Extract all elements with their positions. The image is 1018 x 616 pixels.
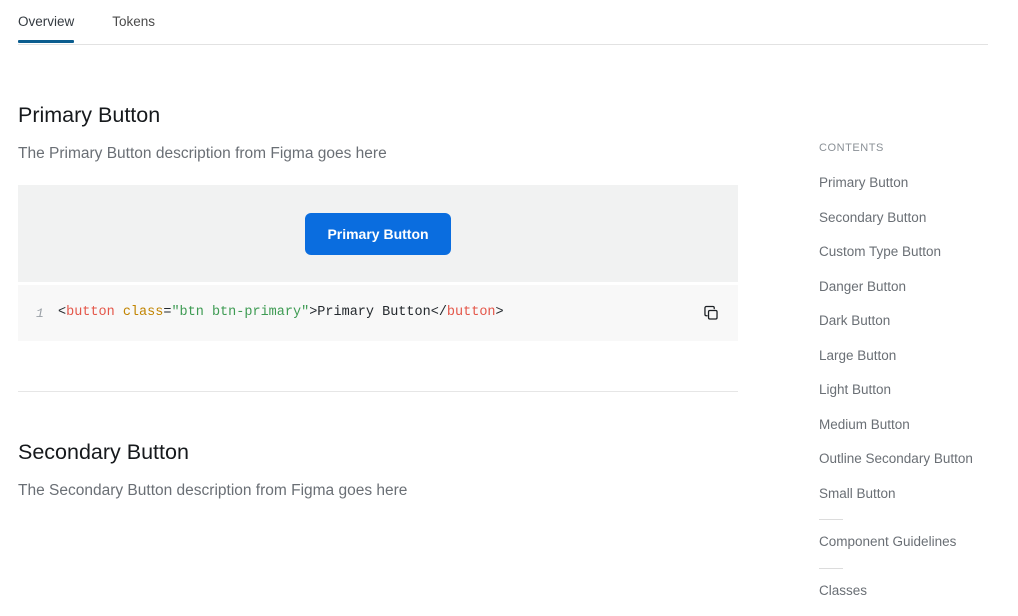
contents-link-outline-secondary-button[interactable]: Outline Secondary Button: [819, 450, 973, 467]
section-description: The Primary Button description from Figm…: [18, 145, 387, 162]
list-item: Dark Button: [819, 312, 988, 330]
contents-link-classes[interactable]: Classes: [819, 582, 867, 599]
contents-link-small-button[interactable]: Small Button: [819, 485, 896, 502]
tab-tokens[interactable]: Tokens: [112, 0, 155, 43]
code-token-tag-close: button: [446, 305, 496, 320]
code-token-lt: <: [58, 305, 67, 320]
primary-button-demo[interactable]: Primary Button: [305, 212, 451, 255]
list-item: Primary Button: [819, 174, 988, 192]
contents-link-light-button[interactable]: Light Button: [819, 381, 891, 398]
list-item: Medium Button: [819, 416, 988, 434]
main-content: Primary Button The Primary Button descri…: [18, 45, 738, 522]
contents-link-dark-button[interactable]: Dark Button: [819, 312, 890, 329]
code-token-text: Primary Button: [317, 305, 431, 320]
section-description-secondary: The Secondary Button description from Fi…: [18, 482, 408, 499]
contents-divider: [819, 519, 843, 520]
list-item: Outline Secondary Button: [819, 450, 988, 468]
tab-overview[interactable]: Overview: [18, 0, 75, 43]
tab-tokens-label: Tokens: [112, 14, 156, 29]
contents-link-custom-type-button[interactable]: Custom Type Button: [819, 243, 941, 260]
list-item: Light Button: [819, 381, 988, 399]
contents-link-large-button[interactable]: Large Button: [819, 347, 896, 364]
code-snippet: <button class="btn btn-primary">Primary …: [58, 304, 504, 322]
list-item: Classes: [819, 567, 988, 600]
tab-bar: Overview Tokens: [0, 0, 1018, 45]
section-secondary-button: Secondary Button The Secondary Button de…: [18, 392, 738, 501]
code-token-value: "btn btn-primary": [171, 305, 310, 320]
contents-link-secondary-button[interactable]: Secondary Button: [819, 209, 926, 226]
page-body: Primary Button The Primary Button descri…: [0, 45, 1018, 616]
list-item: Custom Type Button: [819, 243, 988, 261]
contents-link-primary-button[interactable]: Primary Button: [819, 174, 908, 191]
section-title-secondary: Secondary Button: [18, 440, 189, 464]
contents-divider: [819, 567, 843, 569]
list-item: Large Button: [819, 347, 988, 365]
list-item: Danger Button: [819, 278, 988, 296]
section-primary-button: Primary Button The Primary Button descri…: [18, 102, 738, 392]
code-line-number: 1: [36, 305, 44, 321]
contents-link-danger-button[interactable]: Danger Button: [819, 278, 906, 295]
code-token-close-slash: </: [430, 305, 447, 320]
page-title: Primary Button: [18, 103, 161, 127]
list-item: Small Button: [819, 485, 988, 503]
contents-link-medium-button[interactable]: Medium Button: [819, 416, 910, 433]
code-block: 1 <button class="btn btn-primary">Primar…: [18, 285, 738, 341]
code-token-attr: class: [122, 305, 164, 320]
code-token-end-gt: >: [495, 305, 504, 320]
tab-overview-label: Overview: [18, 14, 75, 29]
contents-heading: CONTENTS: [819, 142, 884, 154]
copy-code-button[interactable]: [700, 302, 722, 324]
list-item: Component Guidelines: [819, 519, 988, 551]
code-token-tag-open: button: [66, 305, 115, 320]
copy-icon: [703, 305, 718, 320]
contents-list: Primary Button Secondary Button Custom T…: [819, 174, 988, 600]
list-item: Secondary Button: [819, 209, 988, 227]
contents-link-component-guidelines[interactable]: Component Guidelines: [819, 533, 956, 550]
contents-sidebar: CONTENTS Primary Button Secondary Button…: [738, 45, 988, 616]
component-preview: Primary Button: [18, 185, 738, 282]
